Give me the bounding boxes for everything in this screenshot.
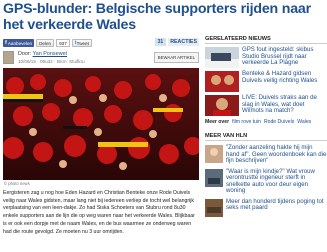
reacties-label: REACTIES: [168, 38, 199, 46]
hln-thumb: [205, 145, 223, 163]
bewaar-artikel-button[interactable]: BEWAAR ARTIKEL: [153, 52, 199, 63]
related-thumb: [205, 95, 239, 116]
related-thumb: [205, 47, 239, 68]
reacties-count: 31: [154, 38, 167, 46]
meer-over-bar: Meer over film rove tuin Rode Duivels Wa…: [205, 119, 327, 125]
photo-credit: © photo news: [4, 181, 30, 186]
related-item[interactable]: GPS fout ingesteld: skibus Studio Brusse…: [205, 46, 327, 68]
author-line: Door: Yan Ponsewet: [18, 51, 67, 57]
hln-item[interactable]: "Waar is mijn kindje?" Wat vrouw verontr…: [205, 167, 327, 195]
share-button[interactable]: Delen: [36, 39, 55, 47]
hln-item-text: "Waar is mijn kindje?" Wat vrouw verontr…: [226, 167, 315, 194]
facebook-like-button[interactable]: f Aanbevelen: [3, 39, 35, 47]
facebook-like-label: Aanbevelen: [7, 40, 33, 46]
related-news-title: GERELATEERD NIEUWS: [205, 36, 327, 44]
sidebar: GERELATEERD NIEUWS GPS fout ingesteld: s…: [205, 36, 327, 217]
author-box: Door: Yan Ponsewet 10/06/15 · 09u32 · Br…: [3, 50, 199, 68]
meer-over-link[interactable]: Wales: [297, 119, 311, 125]
tweet-button[interactable]: t Tweet: [71, 39, 92, 47]
article-photo[interactable]: [3, 68, 199, 180]
facebook-icon: f: [5, 40, 7, 46]
hln-thumb: [205, 168, 223, 187]
tweet-label: Tweet: [76, 40, 89, 46]
hln-item[interactable]: Meer dan honderd tijdens poging tot seks…: [205, 197, 327, 217]
article-body: Eergisteren zag u nog hoe Eden Hazard en…: [3, 190, 195, 235]
meer-over-link[interactable]: Rode Duivels: [264, 119, 294, 125]
related-thumb: [205, 71, 239, 92]
hln-item[interactable]: "Zonder aanzeling hakte hij mijn hand af…: [205, 144, 327, 165]
hln-item-text: Meer dan honderd tijdens poging tot seks…: [226, 197, 324, 211]
publish-date: 10/06/15 · 09u32 · Bron: Stuifkru: [18, 59, 85, 64]
meer-over-link[interactable]: film rove tuin: [232, 119, 261, 125]
hln-thumb: [205, 198, 223, 217]
article-headline: GPS-blunder: Belgische supporters rijden…: [3, 1, 311, 33]
related-item[interactable]: LIVE: Duivels straks aan de slag in Wale…: [205, 94, 327, 116]
related-item-text: GPS fout ingesteld: skibus Studio Brusse…: [242, 46, 314, 66]
reacties-link[interactable]: 31 REACTIES: [154, 38, 199, 46]
related-item-text: LIVE: Duivels straks aan de slag in Wale…: [242, 94, 317, 114]
supporters-photo-image: [3, 68, 199, 180]
related-item-text: Benteke & Hazard gidsen Duivels veilig r…: [242, 70, 318, 84]
author-avatar: [3, 51, 14, 64]
author-link[interactable]: Yan Ponsewet: [33, 51, 67, 57]
share-count: 937: [56, 39, 70, 47]
related-item[interactable]: Benteke & Hazard gidsen Duivels veilig r…: [205, 70, 327, 92]
author-prefix: Door:: [18, 51, 32, 57]
meer-over-label: Meer over: [205, 119, 230, 125]
hln-item-text: "Zonder aanzeling hakte hij mijn hand af…: [226, 144, 327, 164]
social-bar: f Aanbevelen Delen 937 t Tweet 31 REACTI…: [3, 38, 199, 48]
meer-van-hln-title: MEER VAN HLN: [205, 133, 327, 141]
